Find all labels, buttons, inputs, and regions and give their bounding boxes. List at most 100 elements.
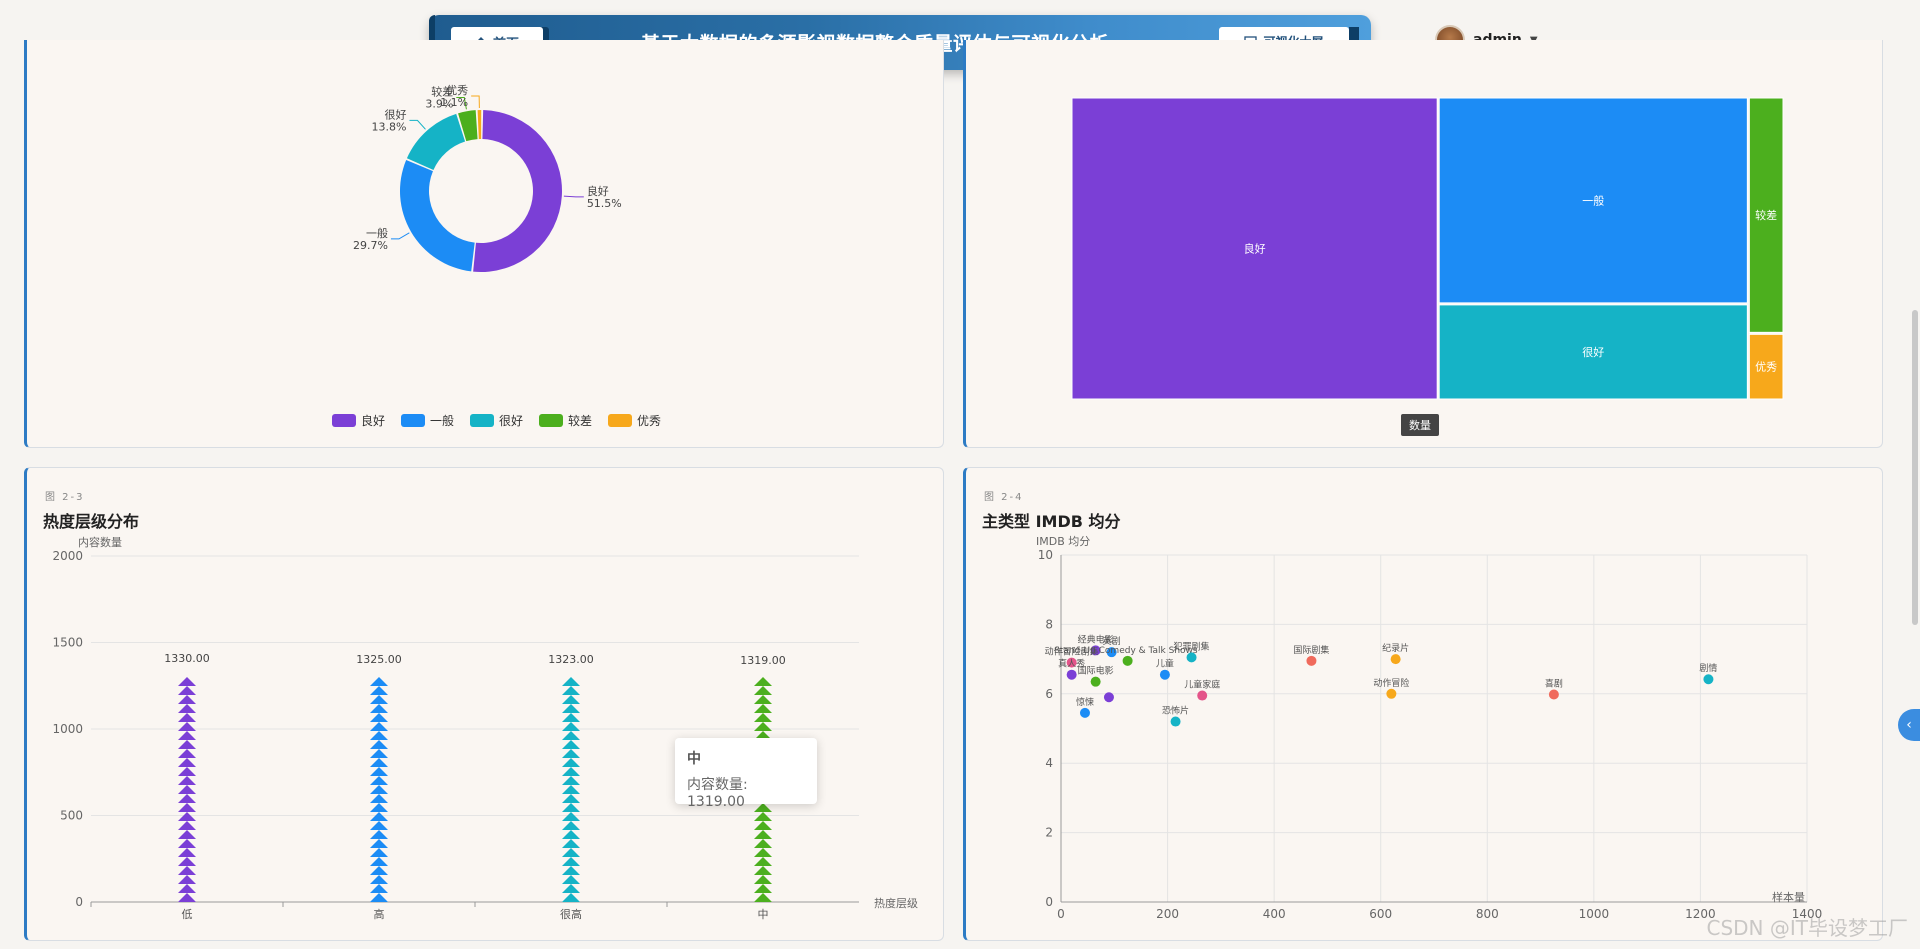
scrollbar[interactable]: [1912, 90, 1920, 935]
quality-donut-chart: 良好51.5%一般29.7%很好13.8%较差3.9%优秀1.1%良好 一般 很好较…: [332, 84, 661, 428]
bar-segment: [562, 677, 580, 686]
legend-swatch-3: [539, 414, 563, 427]
quality-treemap-chart: 良好 一般很好 较差优秀: [1071, 97, 1784, 400]
y-tick-label-3: 1500: [52, 636, 83, 650]
bar-segment: [562, 830, 580, 839]
bar-segment: [178, 767, 196, 776]
scatter-label-10: 儿童家庭: [1184, 679, 1220, 691]
bar-segment: [370, 758, 388, 767]
donut-label-line-1: [390, 232, 410, 240]
bar-segment: [370, 722, 388, 731]
bar-segment: [178, 686, 196, 695]
y-tick-label-4: 2000: [52, 549, 83, 563]
x-tick-label-0: 0: [1057, 907, 1065, 921]
donut-slice-2: [406, 113, 466, 170]
imdb-scatter-chart: IMDB 均分02468100 200 400 600 800 1000 1200 1400样…: [1036, 535, 1822, 921]
bar-segment: [178, 821, 196, 830]
bar-segment: [178, 875, 196, 884]
bar-segment: [562, 767, 580, 776]
bar-segment: [562, 722, 580, 731]
x-axis-title: 样本量: [1772, 890, 1805, 904]
bar-segment: [178, 830, 196, 839]
y-tick-label-5: 10: [1038, 548, 1053, 562]
y-tick-label-2: 4: [1045, 756, 1053, 770]
bar-segment: [178, 758, 196, 767]
x-tick-label-4: 800: [1476, 907, 1499, 921]
bar-value-label-3: 1319.00: [740, 654, 786, 667]
bar-segment: [178, 812, 196, 821]
donut-label-line-2: [409, 119, 426, 130]
bar-segment: [562, 803, 580, 812]
bar-segment: [370, 803, 388, 812]
y-axis-title: IMDB 均分: [1036, 535, 1090, 548]
bar-segment: [562, 749, 580, 758]
bar-segment: [754, 875, 772, 884]
heat-level-panel: 图 2-3 热度层级分布 内容数量 0 500 1000 1500 2000 热度层级低 13…: [24, 467, 944, 941]
imdb-scatter-panel: 图 2-4 主类型 IMDB 均分 IMDB 均分 0 2 4 6 8 10 0 200 400 6…: [963, 467, 1883, 941]
bar-segment: [178, 713, 196, 722]
bar-segment: [370, 785, 388, 794]
x-tick-label-1: 200: [1156, 907, 1179, 921]
treemap-tooltip: 数量: [1401, 414, 1439, 436]
chevron-left-icon[interactable]: ‹: [1898, 709, 1920, 741]
bar-1: [370, 677, 388, 902]
scatter-point-7: [1090, 676, 1101, 687]
bar-segment: [178, 704, 196, 713]
treemap-label-2: 很好: [1582, 345, 1604, 359]
bar-segment: [562, 866, 580, 875]
y-tick-label-1: 500: [60, 809, 83, 823]
bar-segment: [754, 821, 772, 830]
bar-segment: [370, 794, 388, 803]
scatter-point-5: [1159, 669, 1170, 680]
bar-segment: [370, 884, 388, 893]
scatter-point-13: [1390, 654, 1401, 665]
scatter-label-15: 喜剧: [1545, 677, 1563, 689]
donut-label-value-2: 13.8%: [372, 120, 407, 133]
bar-segment: [370, 767, 388, 776]
bar-segment: [370, 866, 388, 875]
bar-segment: [754, 704, 772, 713]
treemap-label-1: 一般: [1582, 194, 1604, 207]
scatter-point-3: [1122, 655, 1133, 666]
bar-segment: [178, 848, 196, 857]
bar-segment: [562, 857, 580, 866]
legend-swatch-4: [608, 414, 632, 427]
x-tick-label-1: 高: [374, 907, 385, 921]
scatter-label-8: 惊悚: [1076, 696, 1094, 708]
bar-segment: [178, 794, 196, 803]
scatter-point-16: [1703, 674, 1714, 685]
bar-segment: [370, 812, 388, 821]
tooltip-label: 内容数量:: [687, 777, 748, 793]
bar-segment: [178, 866, 196, 875]
bar-value-label-2: 1323.00: [548, 653, 594, 666]
x-tick-label-0: 低: [182, 908, 193, 921]
legend-swatch-1: [401, 414, 425, 427]
y-tick-label-1: 2: [1045, 826, 1053, 840]
bar-2: [562, 677, 580, 902]
bar-segment: [370, 857, 388, 866]
bar-segment: [370, 776, 388, 785]
bar-segment: [754, 884, 772, 893]
donut-slice-4: [477, 110, 482, 140]
quality-donut-panel: 良好 51.5% 一般 29.7% 很好 13.8% 较差 3.9% 优秀 1.1% 良好 一般 很好较…: [24, 40, 944, 448]
scrollbar-thumb[interactable]: [1912, 310, 1918, 625]
tooltip-row: 内容数量: 1319.00: [687, 774, 805, 810]
bar-segment: [754, 812, 772, 821]
bar-segment: [178, 803, 196, 812]
scatter-point-4: [1186, 652, 1197, 663]
y-axis-title: 内容数量: [78, 535, 122, 549]
y-tick-label-0: 0: [75, 895, 83, 909]
bar-segment: [562, 713, 580, 722]
bar-segment: [178, 857, 196, 866]
bar-segment: [178, 839, 196, 848]
bar-segment: [562, 686, 580, 695]
scatter-point-15: [1548, 689, 1559, 700]
bar-segment: [754, 686, 772, 695]
scatter-label-16: 剧情: [1699, 662, 1717, 674]
bar-segment: [178, 740, 196, 749]
legend-swatch-0: [332, 414, 356, 427]
donut-label-value-0: 51.5%: [587, 197, 622, 210]
bar-segment: [562, 848, 580, 857]
bar-segment: [370, 749, 388, 758]
y-tick-label-0: 0: [1045, 895, 1053, 909]
